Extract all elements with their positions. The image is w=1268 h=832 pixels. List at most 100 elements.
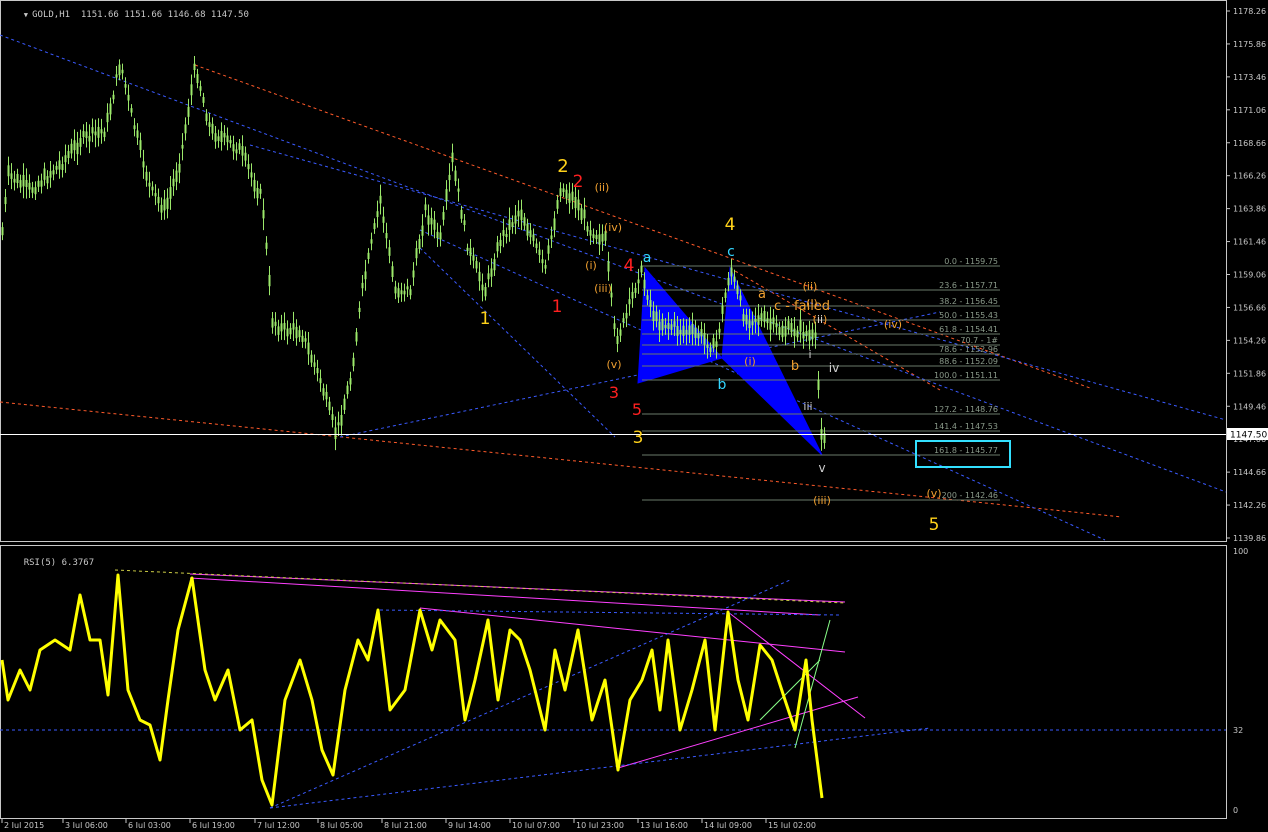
candle-body — [688, 325, 691, 335]
time-tick-label: 10 Jul 23:00 — [576, 821, 624, 828]
candle-body — [349, 378, 352, 385]
wave-label: (v) — [606, 358, 621, 371]
candle-body — [100, 129, 103, 134]
price-tick-label: 1156.66 — [1233, 303, 1266, 312]
candle-body — [682, 325, 685, 336]
main-panel-frame — [0, 0, 1227, 542]
wave-label: (i) — [744, 355, 756, 368]
fib-label: 70.7 - 1# — [960, 336, 998, 345]
candle-body — [268, 274, 271, 287]
rsi-tick-label: 32 — [1233, 726, 1243, 735]
candle-body — [442, 212, 445, 220]
candle-body — [25, 179, 28, 187]
candle-body — [481, 284, 484, 291]
candle-body — [700, 329, 703, 337]
candle-body — [718, 328, 721, 333]
price-chart[interactable]: 0.0 - 1159.75 23.6 - 1157.71 38.2 - 1156.4… — [0, 0, 1268, 830]
candle-body — [469, 247, 472, 257]
candle-body — [118, 64, 121, 76]
candle-body — [427, 215, 430, 225]
candle-body — [754, 318, 757, 323]
candle-body — [319, 378, 322, 384]
candle-body — [199, 86, 202, 91]
candle-body — [751, 321, 754, 326]
candle-body — [262, 210, 265, 219]
candle-body — [298, 330, 301, 338]
wave-label: 2 — [557, 156, 568, 177]
candle-body — [658, 321, 661, 331]
candle-body — [43, 168, 46, 180]
candle-body — [214, 133, 217, 142]
fib-label: 200 - 1142.46 — [942, 491, 998, 500]
candle-body — [634, 287, 637, 293]
fib-label: 100.0 - 1151.11 — [934, 371, 998, 380]
candle-body — [508, 219, 511, 230]
candle-body — [1, 227, 4, 236]
rsi-trendline — [269, 727, 931, 809]
candle-body — [265, 242, 268, 249]
candle-body — [568, 193, 571, 203]
candle-body — [364, 271, 367, 280]
time-tick-label: 8 Jul 05:00 — [320, 821, 363, 828]
candle-body — [403, 290, 406, 295]
candle-body — [52, 170, 55, 175]
candle-body — [691, 323, 694, 334]
wave-label: b — [791, 359, 799, 374]
candle-body — [802, 332, 805, 339]
candle-body — [703, 332, 706, 345]
candle-body — [205, 113, 208, 122]
candle-body — [208, 122, 211, 127]
wave-label: (ii) — [803, 280, 818, 293]
candle-body — [520, 209, 523, 221]
candle-body — [499, 239, 502, 247]
candle-body — [358, 307, 361, 313]
candle-body — [193, 63, 196, 71]
candle-body — [721, 305, 724, 314]
candle-body — [526, 223, 529, 236]
wave-label: 1 — [552, 297, 563, 317]
candle-body — [130, 108, 133, 113]
dropdown-icon[interactable]: ▼ — [24, 11, 32, 19]
candle-body — [28, 182, 31, 190]
candle-body — [361, 282, 364, 289]
candle-body — [736, 285, 739, 295]
candle-body — [289, 327, 292, 335]
candle-body — [523, 217, 526, 226]
candle-body — [460, 209, 463, 219]
candle-body — [331, 414, 334, 421]
rsi-tick-label: 0 — [1233, 806, 1238, 815]
candle-body — [166, 197, 169, 209]
wave-label: a — [758, 287, 766, 302]
price-tick-label: 1173.46 — [1233, 73, 1266, 82]
candle-body — [178, 163, 181, 173]
candle-body — [37, 180, 40, 187]
candle-body — [415, 248, 418, 259]
candle-body — [190, 84, 193, 96]
candle-body — [379, 195, 382, 204]
candle-body — [280, 323, 283, 332]
candle-body — [769, 318, 772, 330]
candle-body — [742, 314, 745, 322]
candle-body — [748, 320, 751, 329]
current-price-label: 1147.50 — [1230, 431, 1267, 441]
candle-body — [46, 176, 49, 184]
candle-body — [784, 326, 787, 337]
candle-body — [313, 362, 316, 367]
wave-label: iii — [803, 400, 812, 413]
candle-body — [817, 379, 820, 390]
candle-body — [448, 174, 451, 181]
candle-body — [670, 324, 673, 330]
fib-label: 161.8 - 1145.77 — [934, 446, 998, 455]
candle-body — [109, 103, 112, 115]
candle-body — [136, 130, 139, 138]
candle-body — [730, 267, 733, 277]
candle-body — [637, 279, 640, 284]
candle-body — [13, 178, 16, 183]
wave-label: iv — [829, 361, 839, 375]
candle-body — [649, 300, 652, 307]
candle-body — [652, 310, 655, 322]
time-tick-label: 2 Jul 2015 — [4, 821, 44, 828]
candle-body — [673, 321, 676, 327]
candle-body — [76, 142, 79, 155]
current-price-tag: 1147.50 — [1227, 428, 1268, 441]
